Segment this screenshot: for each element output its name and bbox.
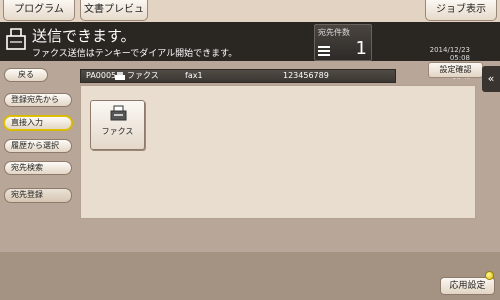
destination-search-button[interactable]: 宛先検索 [4,161,72,175]
destination-row[interactable]: PA0005 ファクス fax1 123456789 [80,69,396,83]
fax-button[interactable]: ファクス [90,100,145,150]
top-bar: プログラム 文書プレビュー ジョブ表示 [0,0,500,35]
document-icon [6,28,26,50]
collapse-panel-icon[interactable]: « [482,66,500,92]
document-preview-tab[interactable]: 文書プレビュー [80,0,148,35]
fax-machine-icon [110,105,127,121]
destination-count: 1 [355,38,367,59]
destination-id: PA0005 [86,71,117,80]
status-bar: 送信できます。 ファクス送信はテンキーでダイアル開始できます。 2014/12/… [0,22,500,81]
program-tab[interactable]: プログラム [3,0,75,21]
destination-name: fax1 [185,71,203,80]
apply-settings-button[interactable]: 応用設定 [440,277,495,295]
select-from-history-button[interactable]: 履歴から選択 [4,139,72,153]
job-display-tab[interactable]: ジョブ表示 [425,0,497,21]
back-button[interactable]: 戻る [4,68,48,82]
destination-count-label: 宛先件数 [318,28,350,37]
destination-number: 123456789 [283,71,329,80]
time-text: 05:08 [449,54,470,62]
status-subtitle: ファクス送信はテンキーでダイアル開始できます。 [32,49,238,59]
from-registered-destinations-button[interactable]: 登録宛先から [4,93,72,107]
status-indicator-icon [485,271,494,280]
destination-count-box[interactable]: 宛先件数 1 [314,24,372,61]
destination-type: ファクス [127,71,159,80]
screen: プログラム 文書プレビュー ジョブ表示 送信できます。 ファクス送信はテンキーで… [0,0,500,300]
destination-register-button[interactable]: 宛先登録 [4,188,72,203]
direct-input-button[interactable]: 直接入力 [4,116,72,130]
bottom-bar [0,252,500,300]
status-title: 送信できます。 [32,27,136,45]
settings-confirm-button[interactable]: 設定確認 [428,62,483,78]
date-text: 2014/12/23 [429,46,470,54]
date-time: 2014/12/23 05:08 [400,46,470,62]
fax-button-label: ファクス [101,127,134,136]
list-icon [318,46,330,56]
fax-icon [115,72,125,80]
